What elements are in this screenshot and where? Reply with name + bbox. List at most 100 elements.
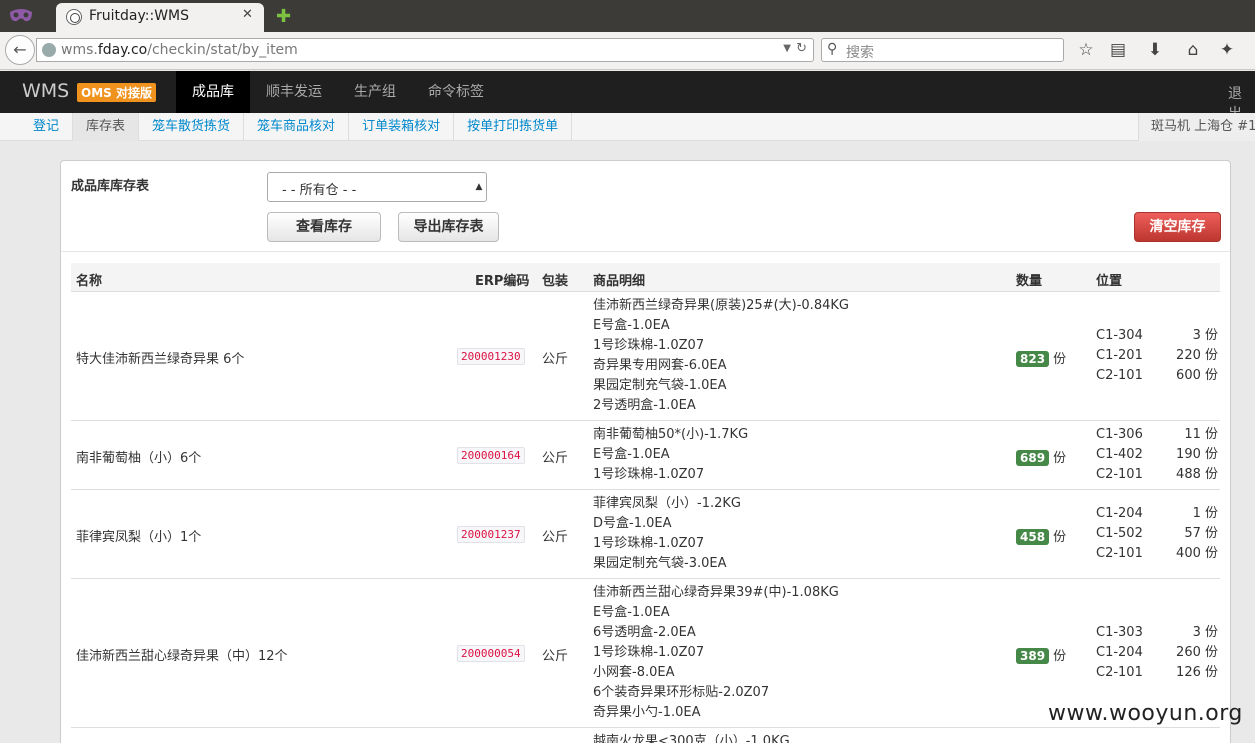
erp-code: 200000164 xyxy=(457,447,525,464)
nav-item-finished-goods[interactable]: 成品库 xyxy=(176,71,250,113)
locations: C1-303 3 份 C1-204 260 份 C2-101 126 份 xyxy=(1096,623,1218,683)
clear-inventory-button[interactable]: 清空库存 xyxy=(1134,212,1221,242)
url-text: wms.fday.co/checkin/stat/by_item xyxy=(61,42,298,58)
brand-badge: OMS 对接版 xyxy=(77,83,156,102)
pack-unit: 公斤 xyxy=(542,530,569,545)
location-line: C1-306 11 份 xyxy=(1096,427,1218,442)
nav-item-production[interactable]: 生产组 xyxy=(338,71,412,113)
item-details: 菲律宾凤梨（小）-1.2KG D号盒-1.0EA 1号珍珠棉-1.0Z07 果园… xyxy=(593,494,741,574)
detail-line: 奇异果小勺-1.0EA xyxy=(593,705,701,720)
table-header: 名称 ERP编码 包装 商品明细 数量 位置 xyxy=(71,263,1220,292)
search-placeholder: 搜索 xyxy=(846,45,874,61)
detail-line: E号盒-1.0EA xyxy=(593,447,670,462)
warehouse-select[interactable]: - - 所有仓 - - ▲ xyxy=(267,172,487,202)
quantity-badge: 823 xyxy=(1016,351,1050,367)
tab-title: Fruitday::WMS xyxy=(89,8,190,24)
warehouse-info: 斑马机 上海仓 #1 xyxy=(1138,113,1255,141)
quantity: 823 份 xyxy=(1016,348,1066,367)
header-location: 位置 xyxy=(1096,274,1123,289)
header-name: 名称 xyxy=(76,274,103,289)
detail-line: 南非葡萄柚50*(小)-1.7KG xyxy=(593,427,749,442)
mask-icon xyxy=(10,9,32,22)
detail-line: 2号透明盒-1.0EA xyxy=(593,398,696,413)
bookmarks-list-icon[interactable]: ▤ xyxy=(1107,40,1129,60)
close-tab-icon[interactable]: ✕ xyxy=(242,7,253,22)
quantity-badge: 689 xyxy=(1016,450,1050,466)
location-line: C2-101 600 份 xyxy=(1096,368,1218,383)
export-inventory-button[interactable]: 导出库存表 xyxy=(398,212,499,242)
item-details: 越南火龙果<300克（小）-1.0KG xyxy=(593,732,790,743)
location-line: C2-101 488 份 xyxy=(1096,467,1218,482)
browser-tab[interactable]: Fruitday::WMS ✕ xyxy=(56,3,264,32)
browser-tabbar: Fruitday::WMS ✕ ✚ xyxy=(0,0,1255,32)
table-row: 南非葡萄柚（小）6个 200000164 公斤 南非葡萄柚50*(小)-1.7K… xyxy=(71,421,1220,490)
erp-code: 200001230 xyxy=(457,348,525,365)
detail-line: 1号珍珠棉-1.0Z07 xyxy=(593,536,705,551)
detail-line: 佳沛新西兰绿奇异果(原装)25#(大)-0.84KG xyxy=(593,298,849,313)
table-row: 菲律宾凤梨（小）1个 200001237 公斤 菲律宾凤梨（小）-1.2KG D… xyxy=(71,490,1220,579)
location-line: C2-101 126 份 xyxy=(1096,665,1218,680)
url-dropdown-icon[interactable]: ▼ xyxy=(783,43,791,54)
subnav-item-register[interactable]: 登记 xyxy=(20,113,74,141)
locations: C1-306 11 份 C1-402 190 份 C2-101 488 份 xyxy=(1096,425,1218,485)
item-details: 佳沛新西兰绿奇异果(原装)25#(大)-0.84KG E号盒-1.0EA 1号珍… xyxy=(593,296,849,416)
back-icon[interactable]: ← xyxy=(5,35,35,65)
locations: C1-204 1 份 C1-502 57 份 C2-101 400 份 xyxy=(1096,504,1218,564)
sub-nav: 登记 库存表 笼车散货拣货 笼车商品核对 订单装箱核对 按单打印拣货单 xyxy=(20,113,573,141)
locations: C1-304 3 份 C1-201 220 份 C2-101 600 份 xyxy=(1096,326,1218,386)
location-line: C1-204 260 份 xyxy=(1096,645,1218,660)
download-icon[interactable]: ⬇ xyxy=(1144,40,1166,60)
detail-line: 6个装奇异果环形标贴-2.0Z07 xyxy=(593,685,770,700)
watermark: www.wooyun.org xyxy=(1048,701,1243,726)
pack-unit: 公斤 xyxy=(542,352,569,367)
location-line: C2-101 400 份 xyxy=(1096,546,1218,561)
top-nav: 成品库 顺丰发运 生产组 命令标签 xyxy=(176,71,500,113)
detail-line: 1号珍珠棉-1.0Z07 xyxy=(593,338,705,353)
new-tab-icon[interactable]: ✚ xyxy=(276,6,291,27)
pack-unit: 公斤 xyxy=(542,649,569,664)
url-input[interactable]: wms.fday.co/checkin/stat/by_item ▼ ↻ xyxy=(36,38,814,62)
location-line: C1-502 57 份 xyxy=(1096,526,1218,541)
home-icon[interactable]: ⌂ xyxy=(1182,40,1204,60)
erp-code: 200001237 xyxy=(457,526,525,543)
subnav-item-order-packing-check[interactable]: 订单装箱核对 xyxy=(349,113,455,141)
globe-icon xyxy=(42,43,56,57)
header-details: 商品明细 xyxy=(593,274,646,289)
select-arrow-icon: ▲ xyxy=(475,182,483,192)
browser-navbar: ← wms.fday.co/checkin/stat/by_item ▼ ↻ ⚲… xyxy=(0,32,1255,70)
bookmark-star-icon[interactable]: ☆ xyxy=(1075,40,1097,60)
subnav-item-print-pick-list[interactable]: 按单打印拣货单 xyxy=(454,113,573,141)
detail-line: E号盒-1.0EA xyxy=(593,318,670,333)
detail-line: 6号透明盒-2.0EA xyxy=(593,625,696,640)
nav-item-command-labels[interactable]: 命令标签 xyxy=(412,71,500,113)
location-line: C1-303 3 份 xyxy=(1096,625,1218,640)
nav-item-sf-shipping[interactable]: 顺丰发运 xyxy=(250,71,338,113)
brand-title[interactable]: WMS xyxy=(22,80,69,102)
detail-line: 越南火龙果<300克（小）-1.0KG xyxy=(593,734,790,743)
quantity: 458 份 xyxy=(1016,526,1066,545)
quantity-badge: 389 xyxy=(1016,648,1050,664)
sub-nav-bar: 登记 库存表 笼车散货拣货 笼车商品核对 订单装箱核对 按单打印拣货单 斑马机 … xyxy=(0,113,1255,141)
inventory-panel: 成品库库存表 - - 所有仓 - - ▲ 查看库存 导出库存表 清空库存 名称 … xyxy=(60,160,1231,743)
location-line: C1-402 190 份 xyxy=(1096,447,1218,462)
view-inventory-button[interactable]: 查看库存 xyxy=(267,212,381,242)
detail-line: 佳沛新西兰甜心绿奇异果39#(中)-1.08KG xyxy=(593,585,839,600)
detail-line: 1号珍珠棉-1.0Z07 xyxy=(593,467,705,482)
item-name: 菲律宾凤梨（小）1个 xyxy=(76,530,202,545)
reload-icon[interactable]: ↻ xyxy=(796,41,807,56)
subnav-item-inventory[interactable]: 库存表 xyxy=(73,113,140,141)
detail-line: 1号珍珠棉-1.0Z07 xyxy=(593,645,705,660)
detail-line: E号盒-1.0EA xyxy=(593,605,670,620)
table-row: 越南火龙果<300克（小）-1.0KG xyxy=(71,728,1220,743)
location-line: C1-201 220 份 xyxy=(1096,348,1218,363)
extension-icon[interactable]: ✦ xyxy=(1216,40,1238,60)
erp-code: 200000054 xyxy=(457,645,525,662)
detail-line: 奇异果专用网套-6.0EA xyxy=(593,358,727,373)
item-name: 特大佳沛新西兰绿奇异果 6个 xyxy=(76,352,245,367)
subnav-item-cage-check[interactable]: 笼车商品核对 xyxy=(244,113,350,141)
header-qty: 数量 xyxy=(1016,274,1043,289)
search-icon: ⚲ xyxy=(827,41,838,57)
search-input[interactable]: ⚲ 搜索 xyxy=(821,38,1064,62)
subnav-item-cage-picking[interactable]: 笼车散货拣货 xyxy=(139,113,245,141)
item-name: 佳沛新西兰甜心绿奇异果（中）12个 xyxy=(76,649,288,664)
